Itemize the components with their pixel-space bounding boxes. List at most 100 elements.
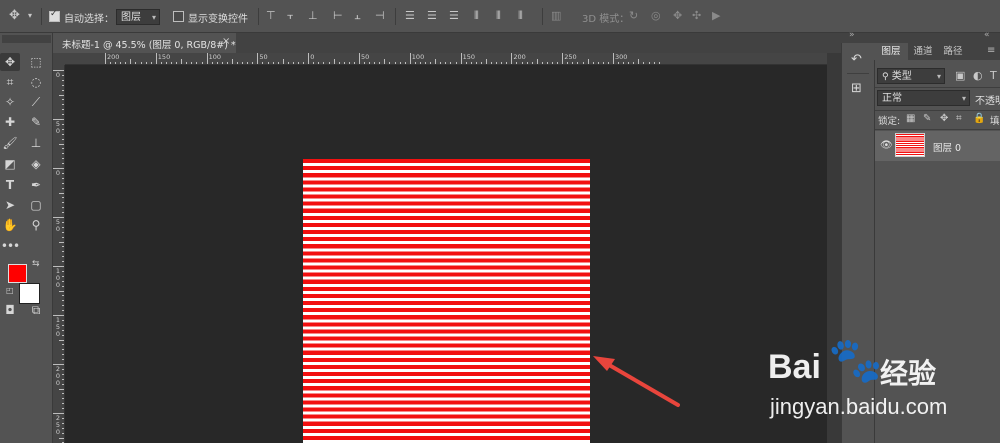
panel-menu-icon[interactable]: ≡ <box>987 45 995 56</box>
distribute-vcenter-icon[interactable]: ☰ <box>427 9 437 23</box>
align-vcenter-icon[interactable]: ⫟ <box>287 9 294 23</box>
toolbar-collapse-bar[interactable] <box>2 35 51 43</box>
ruler-minor-tick <box>62 427 64 429</box>
swap-colors-icon[interactable]: ⇆ <box>32 259 40 269</box>
auto-select-checkbox[interactable] <box>49 9 60 22</box>
screen-mode-icon[interactable]: ⧉ <box>26 301 46 319</box>
lock-pixels-icon[interactable]: ✎ <box>923 112 931 126</box>
ruler-minor-tick <box>242 62 244 64</box>
ruler-minor-tick <box>62 226 64 228</box>
ruler-minor-tick <box>62 417 64 419</box>
blend-mode-dropdown[interactable]: 正常 ▾ <box>877 90 970 106</box>
ruler-origin[interactable] <box>53 53 65 65</box>
ruler-minor-tick <box>140 62 142 64</box>
history-brush-tool-icon[interactable]: ✎ <box>26 113 46 131</box>
eraser-tool-icon[interactable]: ◩ <box>0 155 20 173</box>
ruler-minor-tick <box>62 148 64 150</box>
ruler-minor-tick <box>506 62 508 64</box>
3d-scale-icon[interactable]: ▶ <box>712 9 720 23</box>
vertical-ruler[interactable]: 0 50 0 50 100 150 200 250 <box>53 65 65 443</box>
3d-drag-icon[interactable]: ✥ <box>673 9 682 23</box>
eyedropper-tool-icon[interactable]: ⟋ <box>26 93 46 111</box>
properties-panel-icon[interactable]: ⊞ <box>851 82 862 96</box>
lock-transparent-icon[interactable]: ▦ <box>906 112 915 126</box>
layer-row[interactable]: 👁 图层 0 <box>875 131 1000 161</box>
filter-adjustment-icon[interactable]: ◐ <box>973 69 983 83</box>
ruler-minor-tick <box>181 59 183 64</box>
tool-preset-chevron-icon[interactable]: ▾ <box>28 9 32 23</box>
more-tools-icon[interactable]: ••• <box>0 237 20 255</box>
history-panel-icon[interactable]: ↶ <box>851 53 862 67</box>
striped-layer-image[interactable] <box>303 159 590 443</box>
lasso-tool-icon[interactable]: ◌ <box>26 73 46 91</box>
lock-artboard-icon[interactable]: ⌗ <box>956 112 962 126</box>
brush-tool-icon[interactable]: 🖌 <box>0 134 20 152</box>
ruler-tick <box>308 53 310 64</box>
ruler-minor-tick <box>62 398 64 400</box>
eye-icon[interactable]: 👁 <box>880 140 893 151</box>
zoom-tool-icon[interactable]: ⚲ <box>26 216 46 234</box>
healing-brush-tool-icon[interactable]: ✚ <box>0 113 20 131</box>
distribute-bottom-icon[interactable]: ☰ <box>449 9 459 23</box>
move-tool-icon[interactable]: ✥ <box>9 9 20 23</box>
document-tab[interactable]: 未标题-1 @ 45.5% (图层 0, RGB/8#) * × <box>53 33 236 53</box>
ruler-minor-tick <box>59 290 64 292</box>
tab-channels[interactable]: 通道 <box>908 43 938 60</box>
distribute-top-icon[interactable]: ☰ <box>405 9 415 23</box>
close-icon[interactable]: × <box>222 36 230 47</box>
ruler-minor-tick <box>145 62 147 64</box>
quick-mask-icon[interactable]: ◘ <box>0 301 20 319</box>
pen-tool-icon[interactable]: ✒ <box>26 176 46 194</box>
auto-select-target-dropdown[interactable]: 图层 ▾ <box>116 9 160 25</box>
ruler-tick <box>257 53 259 64</box>
panel-collapse-bar[interactable]: » « <box>841 30 1000 43</box>
default-colors-icon[interactable]: ◰ <box>6 286 14 295</box>
clone-stamp-tool-icon[interactable]: ⊥ <box>26 134 46 152</box>
magic-wand-tool-icon[interactable]: ✧ <box>0 93 20 111</box>
rectangle-tool-icon[interactable]: ▢ <box>26 196 46 214</box>
ruler-minor-tick <box>252 62 254 64</box>
tab-paths[interactable]: 路径 <box>938 43 968 60</box>
3d-slide-icon[interactable]: ✣ <box>692 9 701 23</box>
horizontal-ruler[interactable]: 200 150 100 50 0 50 100 150 200 250 300 <box>65 53 827 65</box>
ruler-minor-tick <box>62 393 64 395</box>
foreground-color-swatch[interactable] <box>8 264 27 283</box>
ruler-label: 50 <box>55 218 61 233</box>
lock-position-icon[interactable]: ✥ <box>940 112 948 126</box>
distribute-hcenter-icon[interactable]: ⦀ <box>496 9 501 23</box>
tab-layers[interactable]: 图层 <box>874 43 908 60</box>
ruler-minor-tick <box>298 62 300 64</box>
auto-align-icon[interactable]: ▥ <box>551 9 561 23</box>
move-tool-icon[interactable]: ✥ <box>0 53 20 71</box>
lock-all-icon[interactable]: 🔒 <box>973 112 985 126</box>
ruler-label: 100 <box>208 53 222 61</box>
layer-kind-filter[interactable]: ⚲ 类型 ▾ <box>877 68 945 84</box>
3d-rotate-icon[interactable]: ↻ <box>629 9 638 23</box>
3d-roll-icon[interactable]: ◎ <box>651 9 661 23</box>
filter-type-icon[interactable]: T <box>990 69 997 83</box>
paint-bucket-tool-icon[interactable]: ◈ <box>26 155 46 173</box>
crop-tool-icon[interactable]: ⌗ <box>0 73 20 91</box>
ruler-minor-tick <box>62 89 64 91</box>
align-left-icon[interactable]: ⊢ <box>333 9 343 23</box>
distribute-right-icon[interactable]: ⦀ <box>518 9 523 23</box>
ruler-minor-tick <box>262 62 264 64</box>
filter-image-icon[interactable]: ▣ <box>955 69 965 83</box>
type-tool-icon[interactable]: T <box>0 176 20 194</box>
marquee-tool-icon[interactable]: ⬚ <box>26 53 46 71</box>
align-top-icon[interactable]: ⊤ <box>266 9 276 23</box>
align-hcenter-icon[interactable]: ⫠ <box>354 9 361 23</box>
ruler-minor-tick <box>62 359 64 361</box>
ruler-minor-tick <box>135 62 137 64</box>
show-transform-checkbox[interactable] <box>173 11 184 22</box>
path-selection-tool-icon[interactable]: ➤ <box>0 196 20 214</box>
distribute-left-icon[interactable]: ⦀ <box>474 9 479 23</box>
ruler-minor-tick <box>353 62 355 64</box>
chevron-down-icon: ▾ <box>936 72 941 81</box>
align-bottom-icon[interactable]: ⊥ <box>308 9 318 23</box>
hand-tool-icon[interactable]: ✋ <box>0 216 20 234</box>
collapse-arrows-icon[interactable]: » <box>849 30 855 40</box>
align-right-icon[interactable]: ⊣ <box>375 9 385 23</box>
expand-arrows-icon[interactable]: « <box>984 30 990 40</box>
ruler-minor-tick <box>59 192 64 194</box>
